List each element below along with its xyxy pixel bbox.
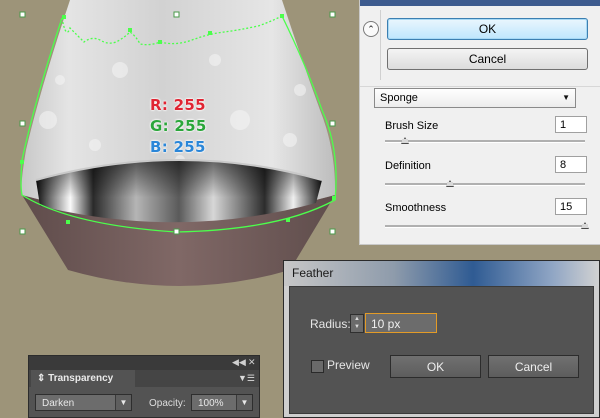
stepper-up-icon[interactable]: ▲	[354, 316, 360, 322]
filter-cancel-button[interactable]: Cancel	[387, 48, 588, 70]
filter-gallery-panel: ⌃ OK Cancel Sponge ▼ Brush Size 1 Defini…	[359, 0, 600, 245]
feather-cancel-button[interactable]: Cancel	[488, 355, 579, 378]
filter-ok-button[interactable]: OK	[387, 18, 588, 40]
radius-input[interactable]: 10 px	[365, 313, 437, 333]
panel-menu-icon[interactable]: ▼☰	[238, 373, 255, 384]
panel-header[interactable]: ◀◀ ✕	[29, 356, 259, 370]
stepper-down-icon[interactable]: ▼	[354, 324, 360, 330]
definition-label: Definition	[385, 160, 431, 172]
collapse-chevron-icon[interactable]: ⌃	[363, 21, 379, 37]
filter-type-select[interactable]: Sponge ▼	[374, 88, 576, 108]
definition-slider-thumb[interactable]	[446, 180, 454, 187]
definition-input[interactable]: 8	[555, 156, 587, 173]
smoothness-slider-thumb[interactable]	[581, 222, 589, 229]
blend-mode-select[interactable]: Darken ▼	[35, 394, 132, 411]
radius-label: Radius:	[310, 317, 351, 331]
transparency-panel: ◀◀ ✕ ⇕ Transparency ▼☰ Darken ▼ Opacity:…	[28, 355, 260, 418]
green-value-label: G: 255	[150, 117, 207, 135]
tab-transparency-label: Transparency	[48, 373, 114, 384]
panel-top-strip	[360, 0, 600, 6]
smoothness-slider[interactable]	[385, 225, 585, 228]
panel-separator	[360, 86, 600, 87]
opacity-field[interactable]: 100% ▼	[191, 394, 253, 411]
brush-size-slider[interactable]	[385, 140, 585, 143]
blend-mode-value: Darken	[42, 398, 75, 409]
opacity-value: 100%	[198, 398, 224, 409]
smoothness-label: Smoothness	[385, 202, 447, 214]
tab-transparency[interactable]: ⇕ Transparency	[31, 370, 135, 387]
definition-slider[interactable]	[385, 183, 585, 186]
smoothness-input[interactable]: 15	[555, 198, 587, 215]
collapse-panel-icon[interactable]: ◀◀	[232, 357, 246, 368]
blue-value-label: B: 255	[150, 138, 206, 156]
opacity-arrow-icon: ▼	[236, 395, 252, 410]
preview-label[interactable]: Preview	[327, 358, 370, 372]
panel-divider	[380, 10, 381, 80]
dropdown-arrow-icon: ▼	[562, 93, 570, 102]
filter-type-value: Sponge	[380, 92, 418, 104]
feather-ok-button[interactable]: OK	[390, 355, 481, 378]
close-panel-icon[interactable]: ✕	[248, 357, 256, 368]
feather-dialog: Feather Radius: ▲ ▼ 10 px Preview OK Can…	[283, 260, 600, 418]
brush-size-input[interactable]: 1	[555, 116, 587, 133]
brush-size-label: Brush Size	[385, 120, 439, 132]
blend-mode-arrow-icon: ▼	[115, 395, 131, 410]
brush-size-slider-thumb[interactable]	[401, 137, 409, 144]
opacity-label: Opacity:	[149, 398, 186, 409]
red-value-label: R: 255	[150, 96, 206, 114]
preview-checkbox[interactable]	[311, 360, 324, 373]
radius-stepper[interactable]: ▲ ▼	[350, 314, 364, 333]
feather-dialog-body: Radius: ▲ ▼ 10 px Preview OK Cancel	[289, 286, 594, 414]
feather-dialog-title[interactable]: Feather	[284, 261, 599, 286]
